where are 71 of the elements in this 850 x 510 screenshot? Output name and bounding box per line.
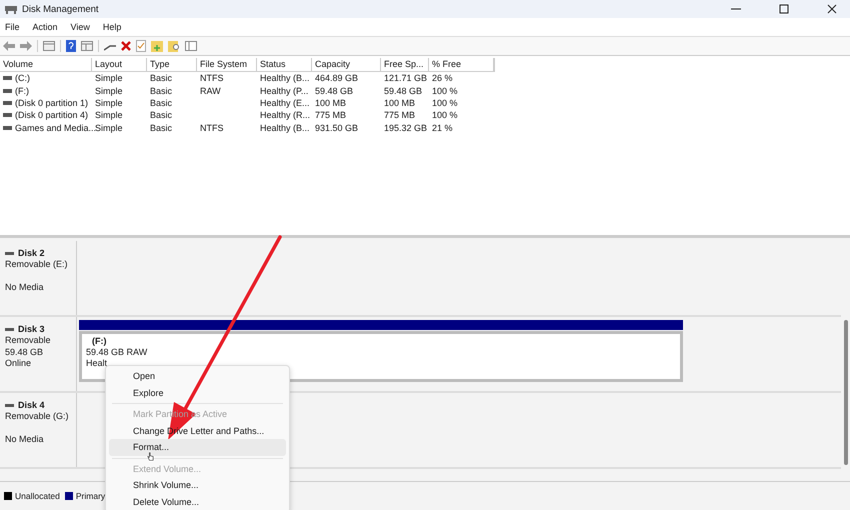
column-header[interactable]: Free Sp... [381,58,429,71]
table-cell: Healthy (R... [260,110,310,120]
column-header[interactable]: File System [197,58,257,71]
disk-name: Disk 3 [18,324,45,334]
table-cell: Healthy (B... [260,122,310,133]
disk-name: Disk 4 [18,400,45,410]
partition-status: Healt [86,358,108,368]
table-cell: Simple [95,110,123,120]
disk-name: Disk 2 [18,248,45,258]
table-cell: 931.50 GB [315,122,358,133]
column-header[interactable]: Type [147,58,197,71]
table-cell: 21 % [432,122,453,133]
table-cell: 195.32 GB [384,122,428,133]
context-menu-item[interactable]: Shrink Volume... [109,477,286,494]
context-menu-item[interactable]: Explore [109,384,286,401]
table-cell: Healthy (P... [260,86,308,96]
table-cell: 775 MB [384,110,416,120]
table-cell: 775 MB [315,110,346,120]
disk-type: Removable [5,335,51,345]
context-menu-item[interactable]: Delete Volume... [109,494,286,510]
disk-type: Removable (G:) [5,411,69,421]
table-cell: 59.48 GB [384,86,422,96]
menu-item[interactable]: View [70,22,90,32]
table-cell: Games and Media... [15,122,96,133]
table-cell: 100 MB [315,98,346,108]
legend-label: Unallocated [15,491,60,501]
column-header[interactable]: % Free [429,58,494,71]
table-cell: RAW [200,86,221,96]
disk-status: Online [5,358,32,368]
table-cell: (F:) [15,86,29,96]
table-cell: (Disk 0 partition 1) [15,98,88,108]
table-cell: 100 % [432,110,458,120]
partition-title: (F:) [91,336,108,346]
table-cell: 100 % [432,86,458,96]
table-cell: Simple [95,122,123,133]
table-cell: (C:) [15,73,30,84]
window-title: Disk Management [22,4,99,14]
column-header[interactable]: Capacity [312,58,381,71]
table-cell: Basic [150,73,172,84]
table-cell: 121.71 GB [384,73,428,84]
table-cell: Basic [150,86,172,96]
table-cell: Simple [95,73,123,84]
menu-item[interactable]: File [5,22,20,32]
legend-label: Primary [76,491,106,501]
context-menu-item[interactable]: Open [109,368,286,384]
disk-status: No Media [5,434,44,444]
table-cell: Simple [95,98,123,108]
disk-status: No Media [5,282,44,292]
table-cell: Healthy (E... [260,98,310,108]
table-cell: NTFS [200,73,224,84]
column-header[interactable]: Layout [92,58,147,71]
table-cell: Basic [150,122,172,133]
table-cell: 59.48 GB [315,86,354,96]
column-header[interactable]: Status [257,58,312,71]
menu-item[interactable]: Help [102,22,122,32]
table-cell: Basic [150,110,172,120]
table-cell: NTFS [200,122,224,133]
disk-type: Removable (E:) [5,259,68,269]
menu-item[interactable]: Action [32,22,58,32]
table-cell: 464.89 GB [315,73,358,84]
partition-size: 59.48 GB RAW [86,347,148,357]
table-cell: 100 MB [384,98,416,108]
column-header[interactable]: Volume [0,58,92,71]
table-cell: Basic [150,98,172,108]
disk-size: 59.48 GB [5,346,44,356]
table-cell: 26 % [432,73,453,84]
context-menu-item[interactable]: Format... [109,439,286,456]
table-cell: Healthy (B... [260,73,310,84]
table-cell: 100 % [432,98,458,108]
table-cell: Simple [95,86,123,96]
table-cell: (Disk 0 partition 4) [15,110,88,120]
